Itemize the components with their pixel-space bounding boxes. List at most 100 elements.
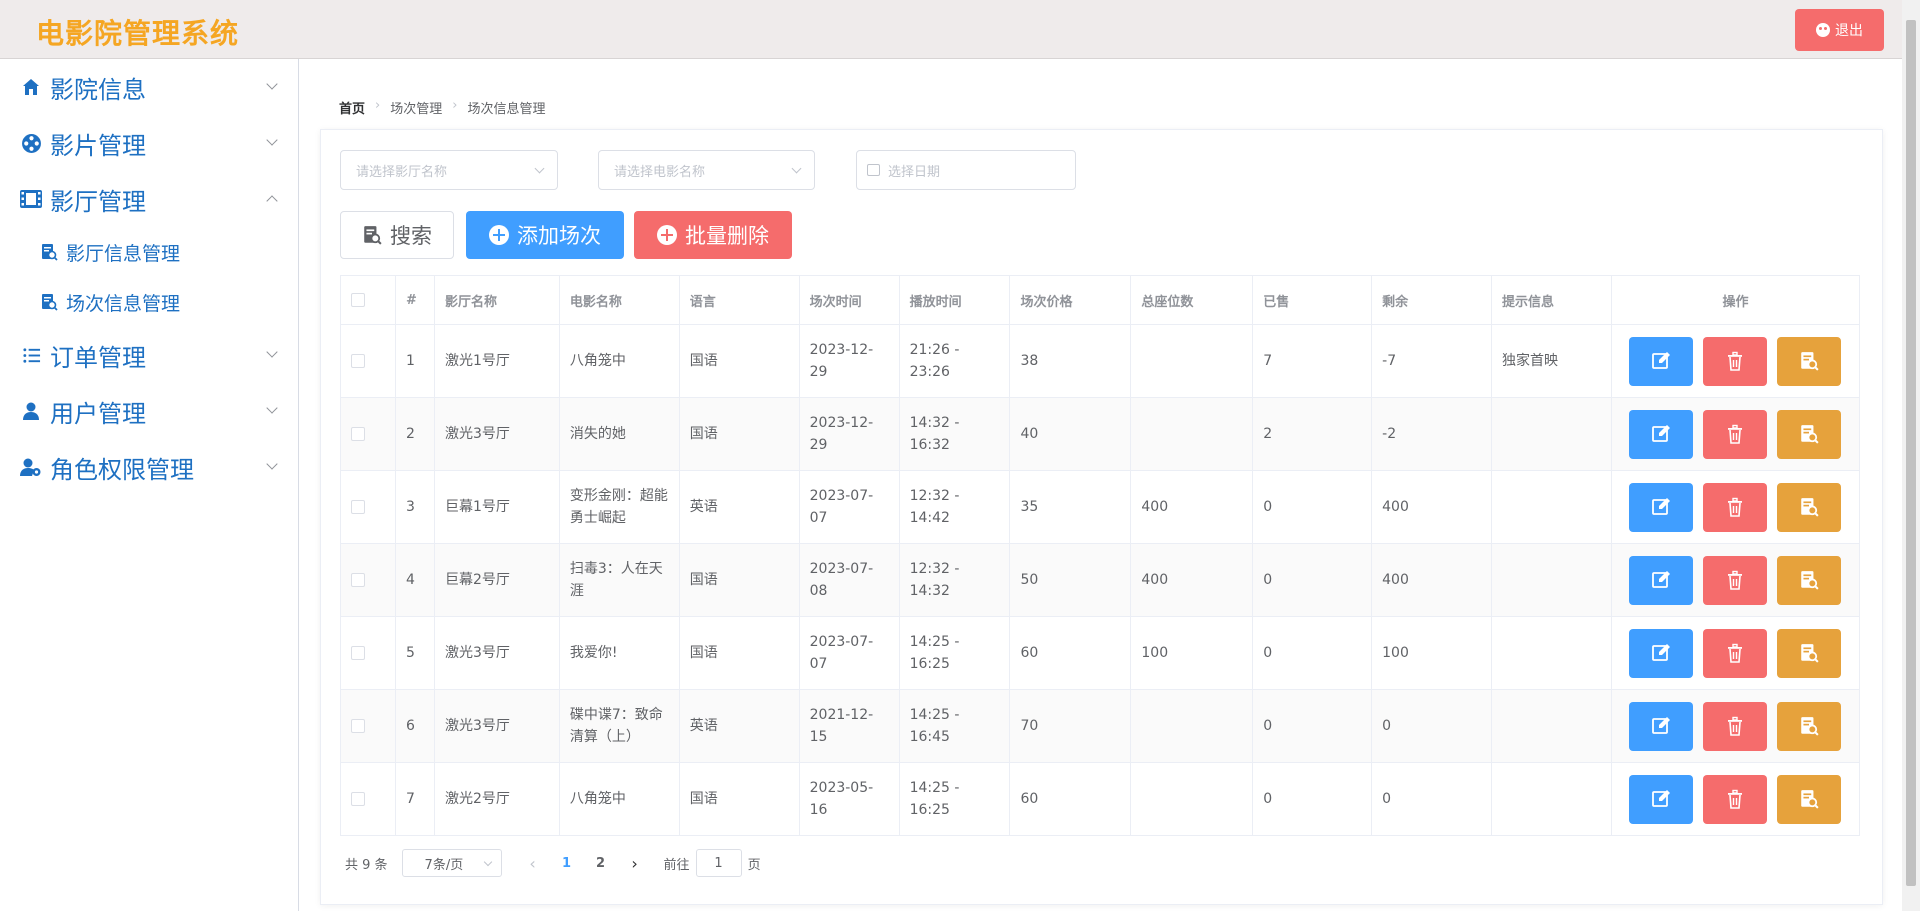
view-detail-button[interactable] [1777,555,1842,605]
play-time-cell: 14:25 - 16:25 [898,762,1011,836]
breadcrumb-home[interactable]: 首页 [339,98,365,117]
delete-button[interactable] [1703,409,1768,459]
view-detail-button[interactable] [1777,701,1842,751]
date-picker[interactable]: 选择日期 [856,150,1076,190]
select-all-checkbox[interactable] [351,293,365,307]
remaining-cell: 400 [1371,543,1493,617]
page-number[interactable]: 2 [584,856,618,871]
edit-button[interactable] [1629,701,1694,751]
view-detail-button[interactable] [1777,482,1842,532]
row-index-cell: 7 [394,762,435,836]
row-checkbox[interactable] [351,354,365,368]
edit-button[interactable] [1629,482,1694,532]
breadcrumb-item[interactable]: 场次管理 [390,98,442,117]
price-cell: 35 [1009,470,1132,544]
row-checkbox[interactable] [351,500,365,514]
language-cell: 国语 [678,324,800,398]
schedule-date-cell: 2023-12-29 [798,397,900,471]
table-header-row: # 影厅名称 电影名称 语言 场次时间 播放时间 场次价格 总座位数 已售 剩余… [340,275,1861,325]
edit-button[interactable] [1629,336,1694,386]
play-time-cell: 14:32 - 16:32 [898,397,1011,471]
edit-button[interactable] [1629,409,1694,459]
language-cell: 国语 [678,762,800,836]
sidebar-subitem-schedule-info[interactable]: 场次信息管理 [0,277,298,327]
breadcrumb: 首页 › 场次管理 › 场次信息管理 [339,98,545,117]
tip-info-cell [1491,762,1612,836]
document-search-icon [1799,497,1820,517]
play-time-cell: 12:32 - 14:42 [898,470,1011,544]
batch-delete-button[interactable]: 批量删除 [634,211,792,259]
column-header: 操作 [1610,275,1861,325]
delete-button[interactable] [1703,774,1768,824]
select-all-cell [340,275,396,325]
row-checkbox[interactable] [351,792,365,806]
tip-info-cell: 独家首映 [1491,324,1612,398]
search-button[interactable]: 搜索 [340,211,454,259]
remaining-cell: 0 [1371,689,1493,763]
edit-button[interactable] [1629,774,1694,824]
view-detail-button[interactable] [1777,774,1842,824]
logout-button[interactable]: 退出 [1795,9,1884,51]
price-cell: 60 [1009,762,1132,836]
total-seats-cell: 100 [1130,616,1254,690]
delete-button[interactable] [1703,482,1768,532]
hall-select[interactable]: 请选择影厅名称 [340,150,558,190]
edit-button[interactable] [1629,628,1694,678]
next-page-icon[interactable]: › [618,854,652,873]
hall-name-cell: 巨幕1号厅 [433,470,560,544]
view-detail-button[interactable] [1777,628,1842,678]
delete-button[interactable] [1703,701,1768,751]
total-seats-cell: 400 [1130,470,1254,544]
trash-icon [1725,716,1745,736]
hall-name-cell: 激光2号厅 [433,762,560,836]
hall-name-cell: 激光3号厅 [433,616,560,690]
film-reel-icon [20,132,42,154]
language-cell: 国语 [678,616,800,690]
view-detail-button[interactable] [1777,336,1842,386]
view-detail-button[interactable] [1777,409,1842,459]
row-checkbox[interactable] [351,719,365,733]
page-size-select[interactable]: 7条/页 [401,849,502,877]
prev-page-icon[interactable]: ‹ [516,854,550,873]
trash-icon [1725,351,1745,371]
remaining-cell: -7 [1371,324,1493,398]
sidebar-item-movies[interactable]: 影片管理 [0,115,298,171]
sold-cell: 0 [1252,543,1373,617]
add-schedule-button[interactable]: 添加场次 [466,211,624,259]
edit-icon [1651,643,1671,663]
sidebar-item-users[interactable]: 用户管理 [0,383,298,439]
sidebar-subitem-hall-info[interactable]: 影厅信息管理 [0,227,298,277]
sidebar-item-orders[interactable]: 订单管理 [0,327,298,383]
remaining-cell: 100 [1371,616,1493,690]
row-checkbox[interactable] [351,646,365,660]
sidebar-item-cinema-info[interactable]: 影院信息 [0,59,298,115]
delete-button[interactable] [1703,555,1768,605]
page-scrollbar[interactable] [1902,0,1920,911]
sidebar-item-halls[interactable]: 影厅管理 [0,171,298,227]
play-time-cell: 21:26 - 23:26 [898,324,1011,398]
row-index-cell: 5 [394,616,435,690]
plus-circle-icon [657,225,677,245]
movie-select[interactable]: 请选择电影名称 [598,150,815,190]
row-checkbox[interactable] [351,573,365,587]
film-strip-icon [20,188,42,210]
sidebar-item-label: 订单管理 [50,343,146,372]
page-number[interactable]: 1 [550,856,584,871]
schedule-table: # 影厅名称 电影名称 语言 场次时间 播放时间 场次价格 总座位数 已售 剩余… [340,275,1861,836]
edit-button[interactable] [1629,555,1694,605]
actions-cell [1610,543,1861,617]
goto-page-input[interactable]: 1 [695,849,742,877]
sold-cell: 0 [1252,470,1373,544]
sidebar-item-roles[interactable]: 角色权限管理 [0,439,298,495]
sold-cell: 0 [1252,762,1373,836]
delete-button[interactable] [1703,336,1768,386]
remaining-cell: -2 [1371,397,1493,471]
delete-button[interactable] [1703,628,1768,678]
chevron-down-icon [791,163,802,174]
sold-cell: 0 [1252,616,1373,690]
scrollbar-thumb[interactable] [1906,20,1916,886]
movie-name-cell: 八角笼中 [558,762,680,836]
row-checkbox[interactable] [351,427,365,441]
document-search-icon [364,226,382,245]
edit-icon [1651,716,1671,736]
